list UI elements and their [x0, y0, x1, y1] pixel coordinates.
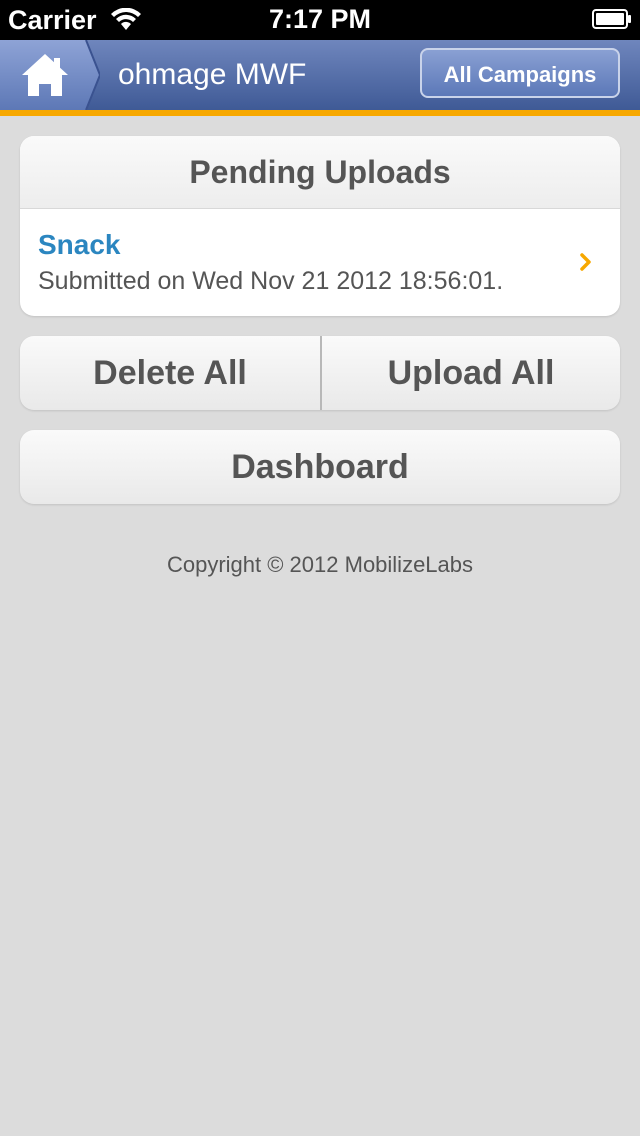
upload-actions-row: Delete All Upload All	[20, 336, 620, 410]
status-time: 7:17 PM	[268, 4, 372, 34]
pending-uploads-header: Pending Uploads	[20, 136, 620, 209]
battery-icon	[592, 9, 631, 29]
delete-all-button[interactable]: Delete All	[20, 336, 320, 410]
item-title: Snack	[38, 229, 121, 260]
upload-all-button[interactable]: Upload All	[321, 336, 620, 410]
dashboard-button[interactable]: Dashboard	[20, 430, 620, 504]
item-subtitle: Submitted on Wed Nov 21 2012 18:56:01.	[38, 267, 504, 295]
nav-bar: ohmage MWF All Campaigns	[0, 40, 640, 116]
list-item[interactable]: Snack Submitted on Wed Nov 21 2012 18:56…	[20, 209, 620, 316]
home-button[interactable]	[0, 40, 100, 110]
pending-uploads-card: Pending Uploads Snack Submitted on Wed N…	[20, 136, 620, 316]
copyright-text: Copyright © 2012 MobilizeLabs	[166, 552, 474, 577]
chevron-right-icon	[580, 253, 591, 271]
all-campaigns-button[interactable]: All Campaigns	[420, 48, 620, 98]
app-screen: Carrier 7:17 PM ohmage MWF All Campaigns…	[0, 0, 640, 1136]
status-bar: Carrier 7:17 PM	[0, 0, 640, 40]
nav-title: ohmage MWF	[118, 58, 307, 91]
